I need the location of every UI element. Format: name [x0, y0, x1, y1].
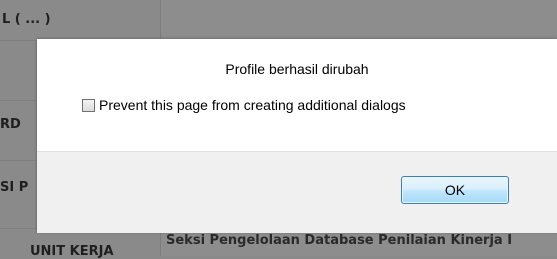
dialog-body: Profile berhasil dirubah Prevent this pa…	[37, 39, 557, 151]
background-row-label: L ( ... )	[2, 12, 51, 27]
prevent-dialogs-checkbox[interactable]	[82, 98, 95, 112]
prevent-dialogs-label[interactable]: Prevent this page from creating addition…	[99, 97, 406, 113]
background-row-label: SI P	[0, 180, 29, 195]
ok-button[interactable]: OK	[401, 176, 509, 204]
prevent-dialogs-option[interactable]: Prevent this page from creating addition…	[82, 96, 406, 114]
alert-dialog: Profile berhasil dirubah Prevent this pa…	[37, 39, 557, 233]
background-row-label: UNIT KERJA	[30, 244, 114, 259]
background-row-value: Seksi Pengelolaan Database Penilaian Kin…	[166, 233, 513, 248]
background-row-label: RD	[0, 117, 21, 132]
dialog-message: Profile berhasil dirubah	[225, 61, 369, 77]
